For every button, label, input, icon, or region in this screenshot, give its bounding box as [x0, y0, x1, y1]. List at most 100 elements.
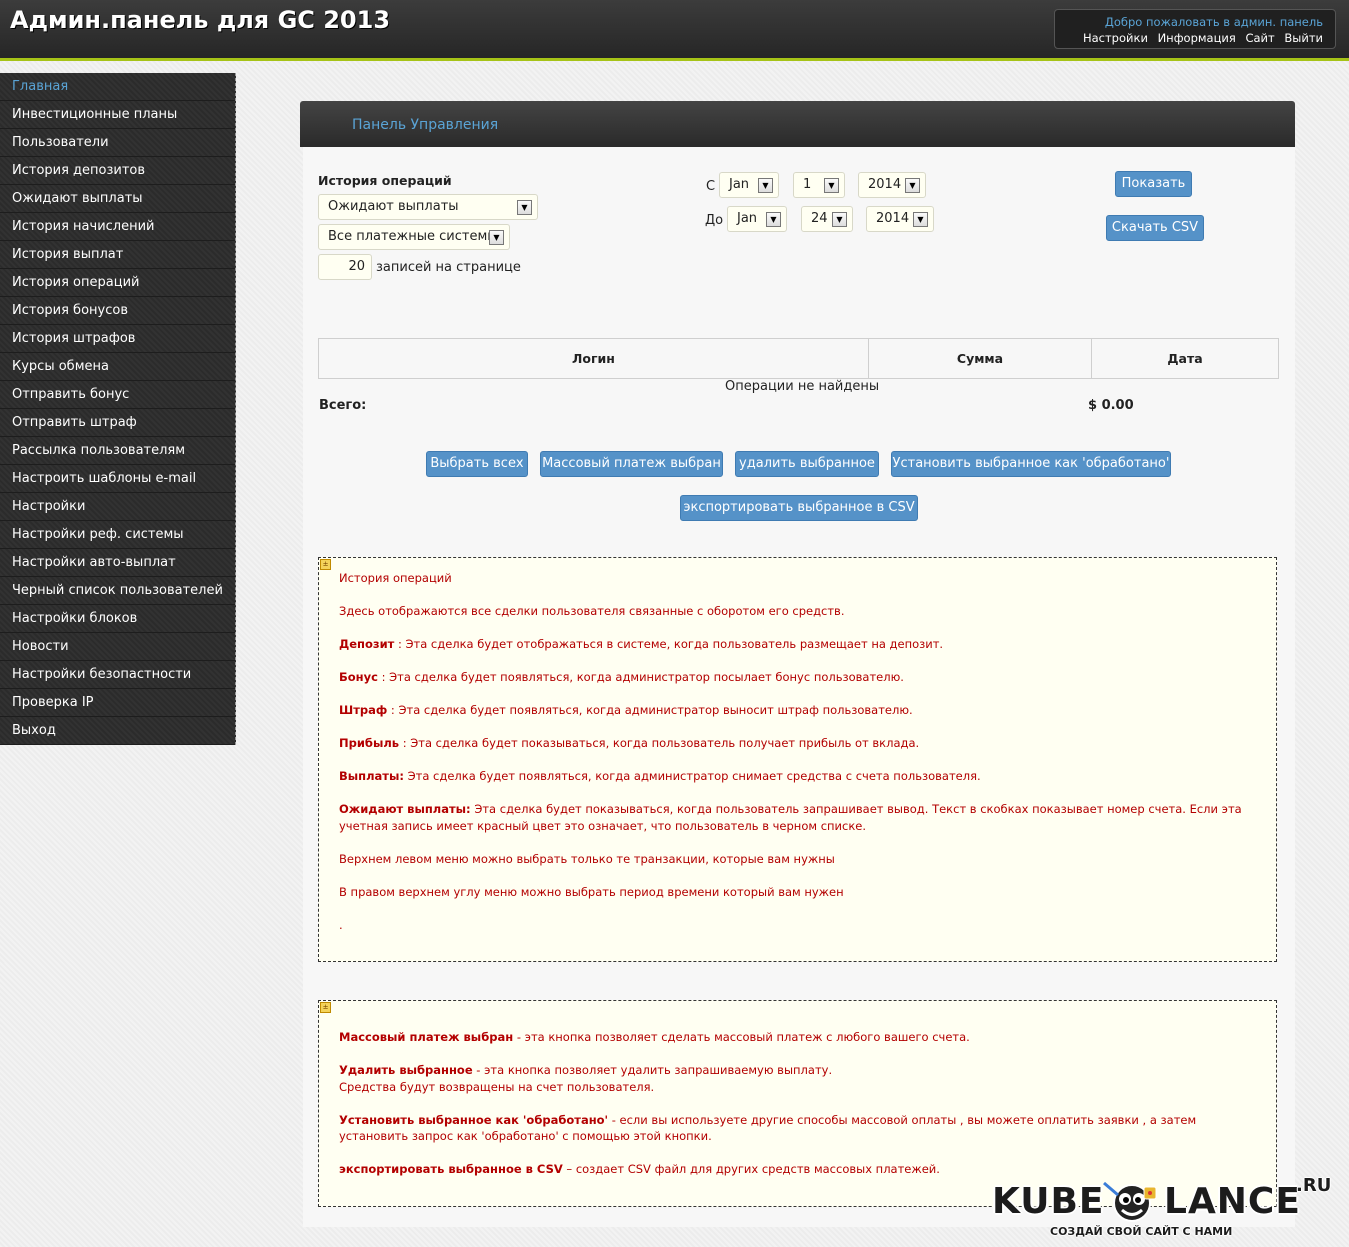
sidebar-item-block-settings[interactable]: Настройки блоков: [0, 605, 235, 633]
from-day-select[interactable]: 1 ▼: [793, 172, 845, 198]
chevron-down-icon: ▼: [758, 178, 773, 193]
column-date: Дата: [1091, 338, 1279, 379]
watermark-suffix: .RU: [1296, 1175, 1332, 1196]
per-page-label: записей на странице: [376, 260, 521, 275]
expand-icon[interactable]: ±: [320, 559, 331, 570]
sidebar-item-settings[interactable]: Настройки: [0, 493, 235, 521]
sidebar-item-ip-check[interactable]: Проверка IP: [0, 689, 235, 717]
mass-pay-button[interactable]: Массовый платеж выбран: [540, 451, 723, 477]
sidebar-item-exchange-rates[interactable]: Курсы обмена: [0, 353, 235, 381]
sidebar-item-email-templates[interactable]: Настроить шаблоны e-mail: [0, 465, 235, 493]
help-entry-pending: Ожидают выплаты: Эта сделка будет показы…: [339, 802, 1242, 833]
from-year-select[interactable]: 2014 ▼: [858, 172, 926, 198]
sidebar-nav: Главная Инвестиционные планы Пользовател…: [0, 73, 236, 745]
expand-icon[interactable]: ±: [320, 1002, 331, 1013]
sidebar-item-send-bonus[interactable]: Отправить бонус: [0, 381, 235, 409]
to-day-value: 24: [811, 211, 828, 226]
empty-message: Операции не найдены: [725, 379, 880, 394]
mascot-icon: [1103, 1181, 1157, 1222]
sidebar-item-penalty-history[interactable]: История штрафов: [0, 325, 235, 353]
sidebar-item-ref-settings[interactable]: Настройки реф. системы: [0, 521, 235, 549]
help-entry-bonus: Бонус : Эта сделка будет появляться, ког…: [339, 670, 904, 684]
welcome-text: Добро пожаловать в админ. панель: [1104, 15, 1323, 29]
sidebar-item-users[interactable]: Пользователи: [0, 129, 235, 157]
sidebar-item-mailing[interactable]: Рассылка пользователям: [0, 437, 235, 465]
chevron-down-icon: ▼: [832, 212, 847, 227]
export-csv-button[interactable]: экспортировать выбранное в CSV: [680, 495, 918, 521]
help-note-right-menu: В правом верхнем углу меню можно выбрать…: [339, 884, 844, 899]
sidebar-item-logout[interactable]: Выход: [0, 717, 235, 745]
sidebar-item-auto-payout-settings[interactable]: Настройки авто-выплат: [0, 549, 235, 577]
column-login: Логин: [318, 338, 869, 379]
help-mark-processed: Установить выбранное как 'обработано' - …: [339, 1112, 1197, 1144]
from-month-value: Jan: [729, 177, 750, 192]
to-month-select[interactable]: Jan ▼: [727, 206, 787, 232]
to-day-select[interactable]: 24 ▼: [801, 206, 853, 232]
watermark-tagline: СОЗДАЙ СВОЙ САЙТ С НАМИ: [1050, 1225, 1233, 1238]
from-year-value: 2014: [868, 177, 902, 192]
help-entry-payouts: Выплаты: Эта сделка будет появляться, ко…: [339, 769, 981, 783]
header-links: Настройки Информация Сайт Выйти: [1077, 31, 1323, 45]
sidebar-item-main[interactable]: Главная: [0, 73, 235, 101]
user-box: Добро пожаловать в админ. панель Настрой…: [1054, 9, 1336, 49]
link-logout[interactable]: Выйти: [1284, 31, 1323, 45]
select-all-button[interactable]: Выбрать всех: [426, 451, 528, 477]
help-box-operations: ± История операций Здесь отображаются вс…: [318, 557, 1277, 962]
link-settings[interactable]: Настройки: [1083, 31, 1148, 45]
column-amount: Сумма: [868, 338, 1092, 379]
app-title: Админ.панель для GC 2013: [10, 6, 391, 34]
to-label: До: [705, 213, 724, 228]
link-site[interactable]: Сайт: [1245, 31, 1274, 45]
operation-type-value: Ожидают выплаты: [328, 199, 459, 214]
help-entry-penalty: Штраф : Эта сделка будет появляться, ког…: [339, 703, 913, 717]
total-label: Всего:: [319, 398, 367, 413]
chevron-down-icon: ▼: [517, 200, 532, 215]
from-month-select[interactable]: Jan ▼: [719, 172, 779, 198]
filter-section-label: История операций: [318, 173, 452, 188]
help-delete-selected: Удалить выбранное - эта кнопка позволяет…: [339, 1063, 833, 1094]
watermark-part2: LANCE: [1164, 1181, 1301, 1222]
to-year-select[interactable]: 2014 ▼: [866, 206, 934, 232]
help-intro: Здесь отображаются все сделки пользовате…: [339, 604, 845, 618]
sidebar-item-security-settings[interactable]: Настройки безопастности: [0, 661, 235, 689]
chevron-down-icon: ▼: [766, 212, 781, 227]
panel-header: Панель Управления: [300, 101, 1295, 147]
sidebar-item-send-penalty[interactable]: Отправить штраф: [0, 409, 235, 437]
from-day-value: 1: [803, 177, 812, 192]
sidebar-item-operations-history[interactable]: История операций: [0, 269, 235, 297]
sidebar-item-pending-payouts[interactable]: Ожидают выплаты: [0, 185, 235, 213]
sidebar-item-news[interactable]: Новости: [0, 633, 235, 661]
link-info[interactable]: Информация: [1158, 31, 1236, 45]
help-heading: История операций: [339, 571, 452, 585]
payment-system-select[interactable]: Все платежные системы ▼: [318, 224, 510, 250]
payment-system-value: Все платежные системы: [328, 229, 498, 244]
chevron-down-icon: ▼: [913, 212, 928, 227]
per-page-input[interactable]: 20: [318, 254, 372, 280]
operation-type-select[interactable]: Ожидают выплаты ▼: [318, 194, 538, 220]
sidebar-item-invest-plans[interactable]: Инвестиционные планы: [0, 101, 235, 129]
watermark-part1: KUBE: [992, 1181, 1105, 1222]
download-csv-button[interactable]: Скачать CSV: [1106, 215, 1204, 241]
panel-title: Панель Управления: [352, 117, 499, 133]
help-mass-pay: Массовый платеж выбран - эта кнопка позв…: [339, 1030, 970, 1044]
show-button[interactable]: Показать: [1115, 171, 1192, 197]
sidebar-item-payout-history[interactable]: История выплат: [0, 241, 235, 269]
sidebar-item-blacklist[interactable]: Черный список пользователей: [0, 577, 235, 605]
from-label: С: [706, 179, 716, 194]
help-dot: .: [339, 917, 343, 932]
help-entry-deposit: Депозит : Эта сделка будет отображаться …: [339, 637, 944, 651]
sidebar-item-deposit-history[interactable]: История депозитов: [0, 157, 235, 185]
top-header: Админ.панель для GC 2013 Добро пожаловат…: [0, 0, 1349, 61]
sidebar-item-earnings-history[interactable]: История начислений: [0, 213, 235, 241]
mark-processed-button[interactable]: Установить выбранное как 'обработано': [891, 451, 1171, 477]
delete-selected-button[interactable]: удалить выбранное: [735, 451, 879, 477]
to-year-value: 2014: [876, 211, 910, 226]
operations-table: Логин Сумма Дата: [318, 338, 1279, 379]
sidebar-item-bonus-history[interactable]: История бонусов: [0, 297, 235, 325]
to-month-value: Jan: [737, 211, 758, 226]
chevron-down-icon: ▼: [905, 178, 920, 193]
total-value: $ 0.00: [1088, 398, 1134, 413]
chevron-down-icon: ▼: [824, 178, 839, 193]
kubelance-watermark: KUBE LANCE .RU СОЗДАЙ СВОЙ САЙТ С НАМИ: [992, 1175, 1332, 1245]
help-note-left-menu: Верхнем левом меню можно выбрать только …: [339, 851, 835, 866]
